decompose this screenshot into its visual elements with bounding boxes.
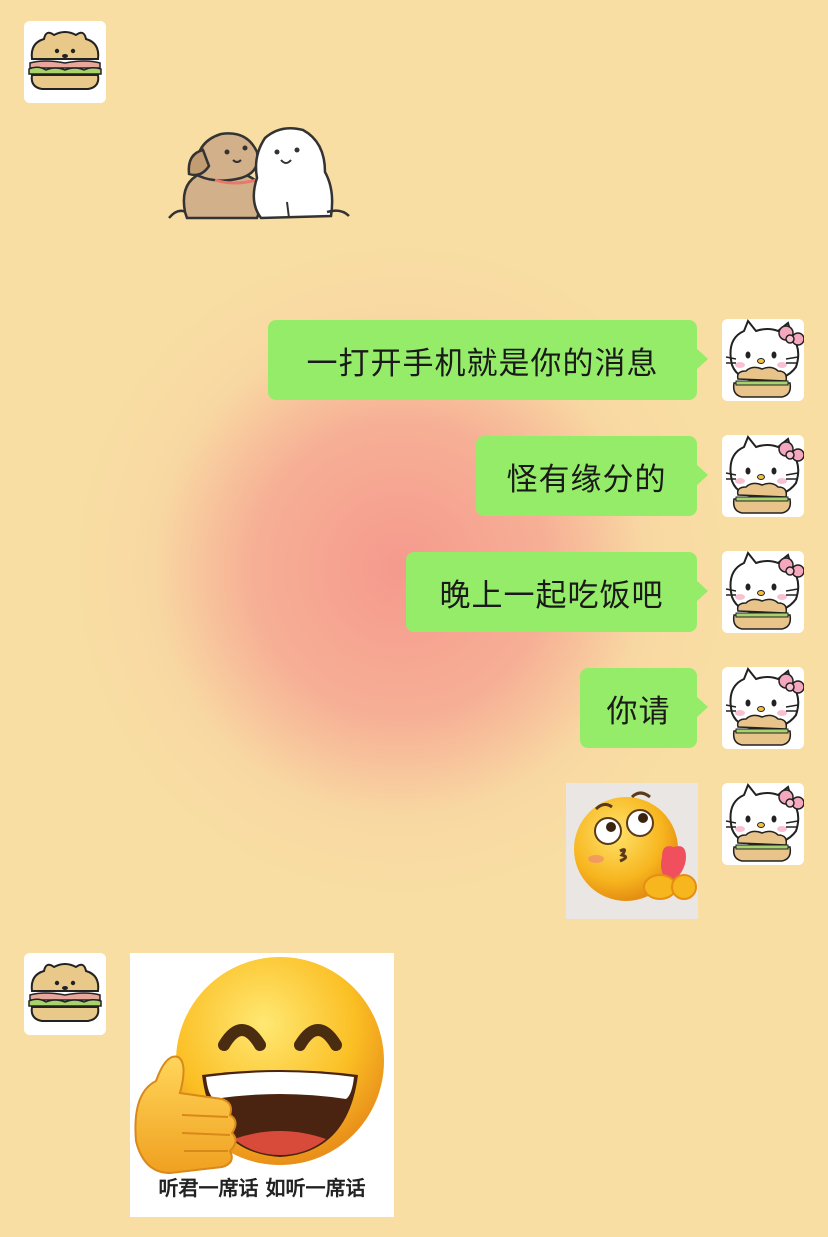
- message-bubble[interactable]: 怪有缘分的: [476, 436, 708, 516]
- blushing-heart-emoji-icon: [574, 791, 697, 901]
- message-text: 晚上一起吃饭吧: [439, 577, 664, 614]
- my-avatar[interactable]: [722, 783, 804, 865]
- blushing-emoji-sticker[interactable]: [566, 783, 698, 919]
- my-avatar[interactable]: [722, 551, 804, 633]
- message-bubble[interactable]: 晚上一起吃饭吧: [406, 552, 708, 632]
- message-text: 一打开手机就是你的消息: [306, 345, 659, 382]
- hello-kitty-icon: [722, 435, 804, 517]
- sticker-caption: 听君一席话 如听一席话: [158, 1176, 366, 1200]
- my-avatar[interactable]: [722, 667, 804, 749]
- grinning-thumbs-up-sticker[interactable]: 听君一席话 如听一席话: [130, 953, 394, 1217]
- message-bubble[interactable]: 你请: [580, 668, 708, 748]
- hello-kitty-icon: [722, 551, 804, 633]
- contact-avatar[interactable]: [24, 21, 106, 103]
- message-text: 你请: [606, 693, 671, 730]
- bear-sandwich-icon: [24, 21, 106, 103]
- hello-kitty-icon: [722, 783, 804, 865]
- my-avatar[interactable]: [722, 319, 804, 401]
- message-bubble[interactable]: 一打开手机就是你的消息: [268, 320, 708, 400]
- hello-kitty-icon: [722, 667, 804, 749]
- bear-sandwich-icon: [24, 953, 106, 1035]
- puppies-sticker[interactable]: [165, 120, 355, 225]
- message-text: 怪有缘分的: [506, 461, 667, 498]
- contact-avatar[interactable]: [24, 953, 106, 1035]
- hello-kitty-icon: [722, 319, 804, 401]
- puppies-icon: [168, 127, 350, 220]
- my-avatar[interactable]: [722, 435, 804, 517]
